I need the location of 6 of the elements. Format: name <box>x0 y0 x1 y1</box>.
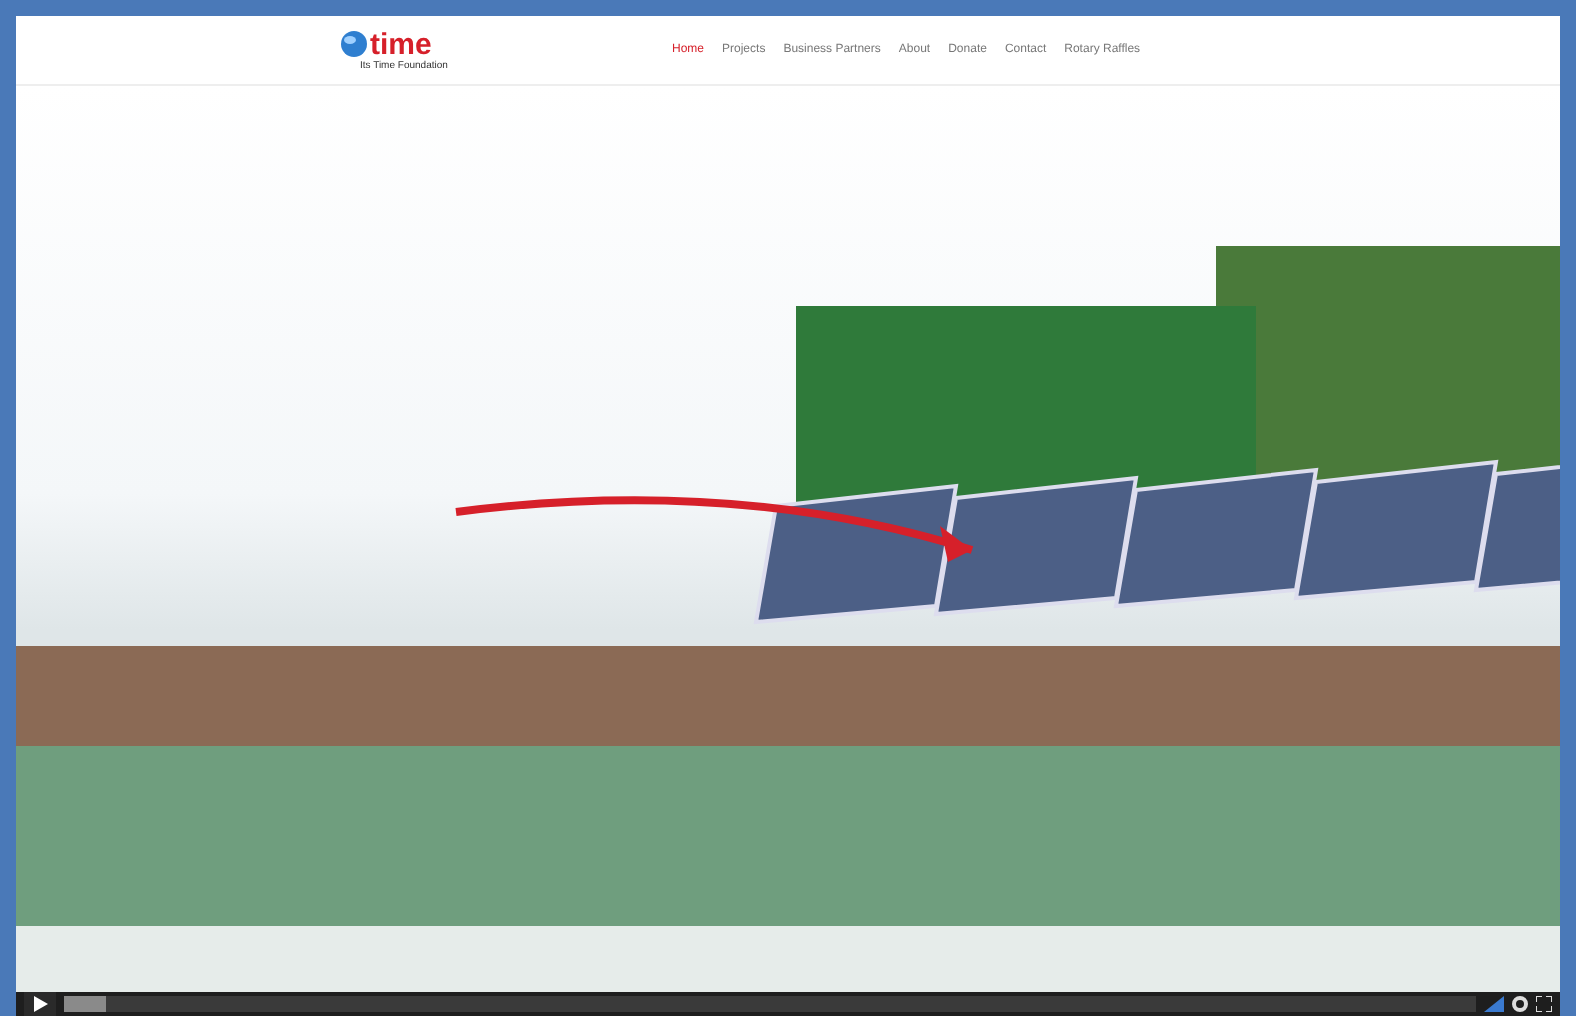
volume-icon[interactable] <box>1484 996 1504 1012</box>
play-icon <box>32 996 48 1012</box>
fullscreen-icon[interactable] <box>1536 996 1552 1012</box>
play-button[interactable] <box>24 992 56 1016</box>
globe-icon <box>340 30 368 58</box>
logo-wordmark: time <box>370 29 432 59</box>
